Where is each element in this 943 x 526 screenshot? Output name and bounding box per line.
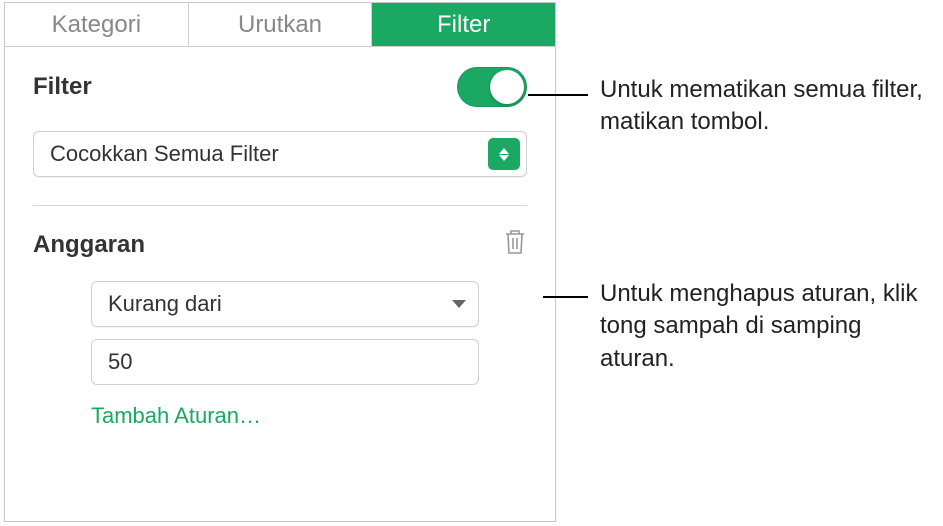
callout-line-trash bbox=[543, 296, 588, 298]
filter-section: Filter Cocokkan Semua Filter Anggaran bbox=[5, 47, 555, 439]
callout-toggle: Untuk mematikan semua filter, matikan to… bbox=[600, 74, 940, 139]
filter-toggle[interactable] bbox=[457, 67, 527, 107]
divider bbox=[33, 205, 527, 206]
filter-panel: Kategori Urutkan Filter Filter Cocokkan … bbox=[4, 2, 556, 522]
add-rule-link[interactable]: Tambah Aturan… bbox=[91, 403, 527, 429]
rule-body: Kurang dari Tambah Aturan… bbox=[33, 281, 527, 429]
toggle-knob bbox=[490, 70, 524, 104]
rule-header: Anggaran bbox=[33, 228, 527, 261]
callout-line-toggle bbox=[528, 94, 588, 96]
rule-column-label: Anggaran bbox=[33, 231, 145, 259]
tab-kategori[interactable]: Kategori bbox=[5, 3, 189, 46]
chevron-down-icon bbox=[452, 300, 466, 308]
trash-icon[interactable] bbox=[503, 228, 527, 261]
filter-header: Filter bbox=[33, 67, 527, 107]
callout-trash: Untuk menghapus aturan, klik tong sampah… bbox=[600, 278, 940, 375]
condition-label: Kurang dari bbox=[108, 291, 222, 317]
match-mode-select[interactable]: Cocokkan Semua Filter bbox=[33, 131, 527, 177]
filter-label: Filter bbox=[33, 73, 92, 101]
condition-select[interactable]: Kurang dari bbox=[91, 281, 479, 327]
tab-urutkan[interactable]: Urutkan bbox=[189, 3, 373, 46]
tab-filter[interactable]: Filter bbox=[372, 3, 555, 46]
match-mode-label: Cocokkan Semua Filter bbox=[50, 141, 279, 167]
tab-bar: Kategori Urutkan Filter bbox=[5, 3, 555, 47]
updown-icon bbox=[488, 138, 520, 170]
value-input[interactable] bbox=[91, 339, 479, 385]
